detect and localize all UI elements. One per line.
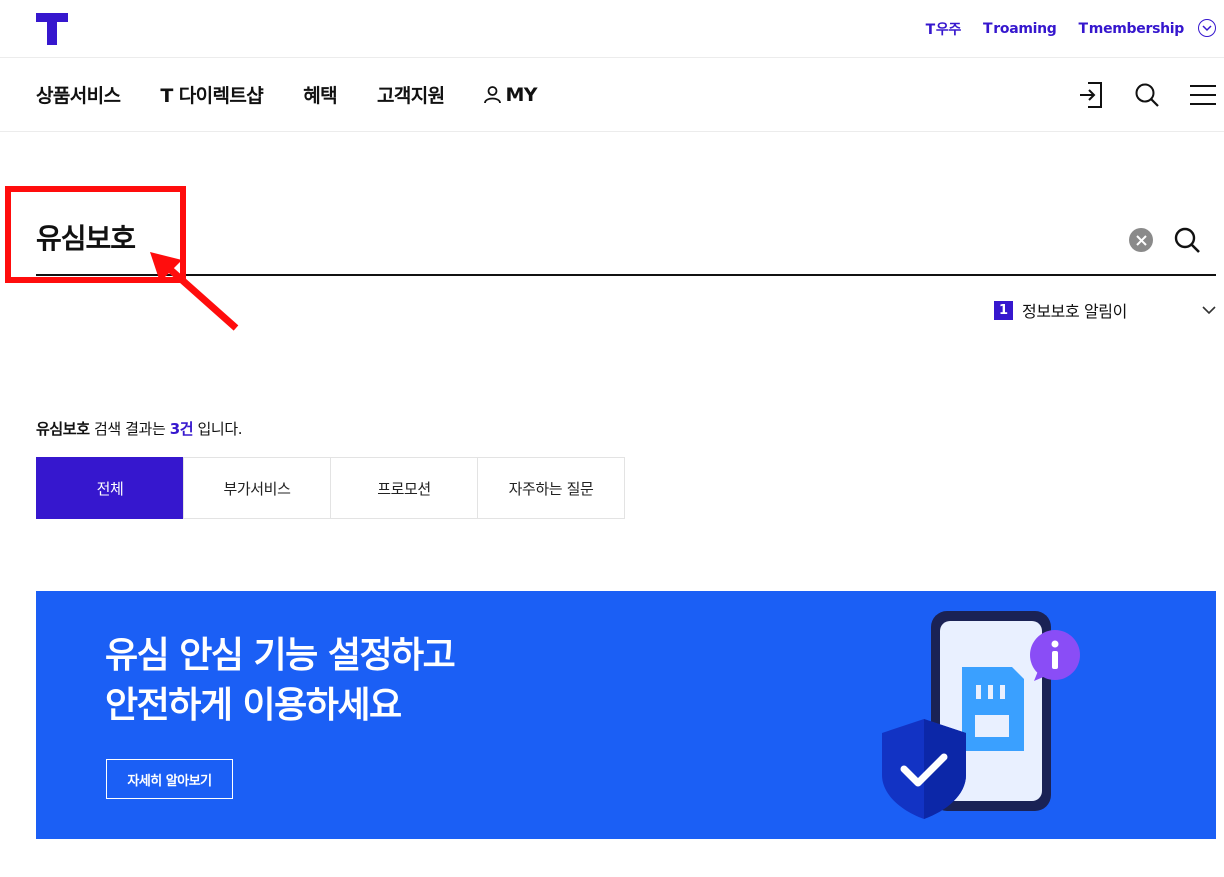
popular-keyword-rank[interactable]: 1 정보보호 알림이 [994,298,1216,322]
tab-promotions[interactable]: 프로모션 [330,457,478,519]
login-icon[interactable] [1076,80,1106,110]
search-icon[interactable] [1132,80,1162,110]
top-utility-bar: T우주 Troaming Tmembership [0,0,1224,58]
t-logo-icon[interactable] [36,13,68,45]
nav-item-benefits[interactable]: 혜택 [303,81,337,108]
rank-keyword: 정보보호 알림이 [1022,302,1127,321]
nav-item-products[interactable]: 상품서비스 [36,81,121,108]
promo-banner: 유심 안심 기능 설정하고 안전하게 이용하세요 자세히 알아보기 [36,591,1216,839]
util-link-membership[interactable]: Tmembership [1079,21,1185,37]
tab-all[interactable]: 전체 [36,457,184,519]
tab-faq[interactable]: 자주하는 질문 [477,457,625,519]
chevron-down-circle-icon[interactable] [1198,19,1216,37]
chevron-down-icon[interactable] [1202,303,1216,317]
util-link-roaming[interactable]: Troaming [983,21,1057,37]
main-navigation: 상품서비스 T 다이렉트샵 혜택 고객지원 MY [0,59,1224,132]
nav-item-direct-shop[interactable]: T 다이렉트샵 [160,81,263,108]
nav-item-my[interactable]: MY [484,81,538,108]
util-link-ujoo[interactable]: T우주 [926,19,962,39]
utility-links: T우주 Troaming Tmembership [926,19,1185,39]
result-summary: 유심보호 검색 결과는 3건 입니다. [36,420,243,438]
rank-badge: 1 [994,300,1013,320]
nav-item-support[interactable]: 고객지원 [377,81,445,108]
result-tabs: 전체 부가서비스 프로모션 자주하는 질문 [36,457,625,519]
banner-title: 유심 안심 기능 설정하고 안전하게 이용하세요 [105,635,456,726]
search-submit-icon[interactable] [1172,225,1202,255]
annotation-arrow [150,252,239,331]
learn-more-button[interactable]: 자세히 알아보기 [106,759,233,799]
person-icon [484,85,502,103]
menu-icon[interactable] [1188,80,1218,110]
phone-sim-shield-icon [882,611,1080,819]
tab-addon-services[interactable]: 부가서비스 [183,457,331,519]
clear-icon[interactable] [1129,228,1153,252]
